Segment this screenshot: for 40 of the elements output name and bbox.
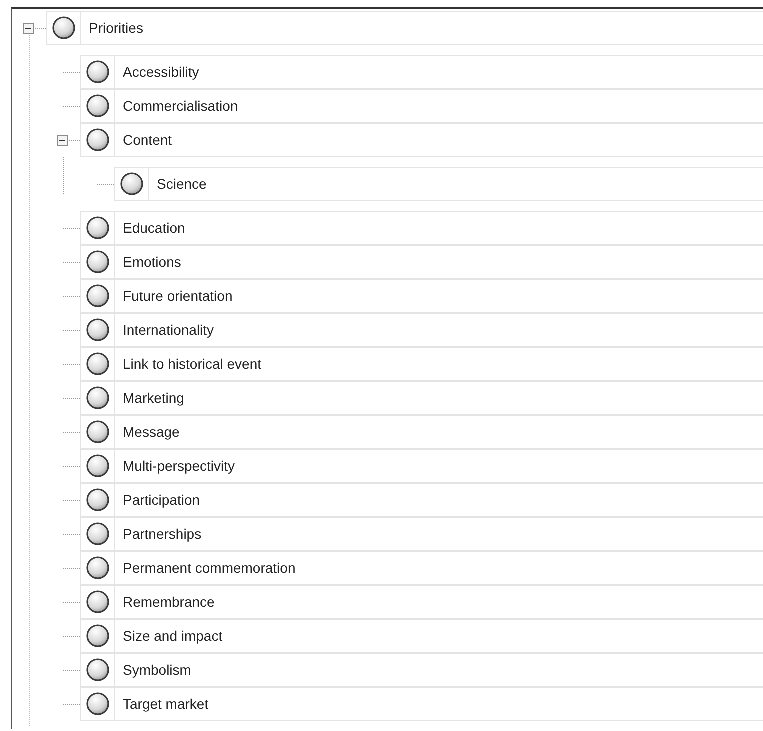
node-label[interactable]: Target market (115, 688, 209, 720)
sphere-icon (86, 318, 110, 342)
sphere-icon (86, 590, 110, 614)
sphere-icon (52, 16, 76, 40)
sphere-icon (86, 624, 110, 648)
sphere-icon (86, 250, 110, 274)
node-label[interactable]: Content (115, 124, 172, 156)
node-label[interactable]: Marketing (115, 382, 184, 414)
sphere-icon (86, 556, 110, 580)
node-label[interactable]: Remembrance (115, 586, 215, 618)
node-label[interactable]: Participation (115, 484, 200, 516)
node-label[interactable]: Internationality (115, 314, 214, 346)
node-label[interactable]: Message (115, 416, 180, 448)
collapse-icon[interactable] (23, 22, 34, 34)
sphere-icon (86, 692, 110, 716)
sphere-icon (86, 658, 110, 682)
node-label[interactable]: Education (115, 212, 186, 244)
node-label[interactable]: Partnerships (115, 518, 202, 550)
sphere-icon (86, 522, 110, 546)
node-label[interactable]: Multi-perspectivity (115, 450, 236, 482)
sphere-icon (86, 128, 110, 152)
node-label[interactable]: Science (149, 168, 207, 200)
collapse-icon[interactable] (57, 134, 68, 146)
node-label[interactable]: Priorities (81, 12, 144, 44)
sphere-icon (86, 386, 110, 410)
node-label[interactable]: Symbolism (115, 654, 192, 686)
node-label[interactable]: Size and impact (115, 620, 223, 652)
node-label[interactable]: Accessibility (115, 56, 200, 88)
sphere-icon (86, 94, 110, 118)
sphere-icon (86, 352, 110, 376)
node-label[interactable]: Emotions (115, 246, 182, 278)
node-label[interactable]: Commercialisation (115, 90, 238, 122)
sphere-icon (86, 284, 110, 308)
node-label[interactable]: Future orientation (115, 280, 233, 312)
sphere-icon (86, 60, 110, 84)
sphere-icon (86, 488, 110, 512)
sphere-icon (86, 216, 110, 240)
sphere-icon (86, 454, 110, 478)
sphere-icon (86, 420, 110, 444)
sphere-icon (120, 172, 144, 196)
